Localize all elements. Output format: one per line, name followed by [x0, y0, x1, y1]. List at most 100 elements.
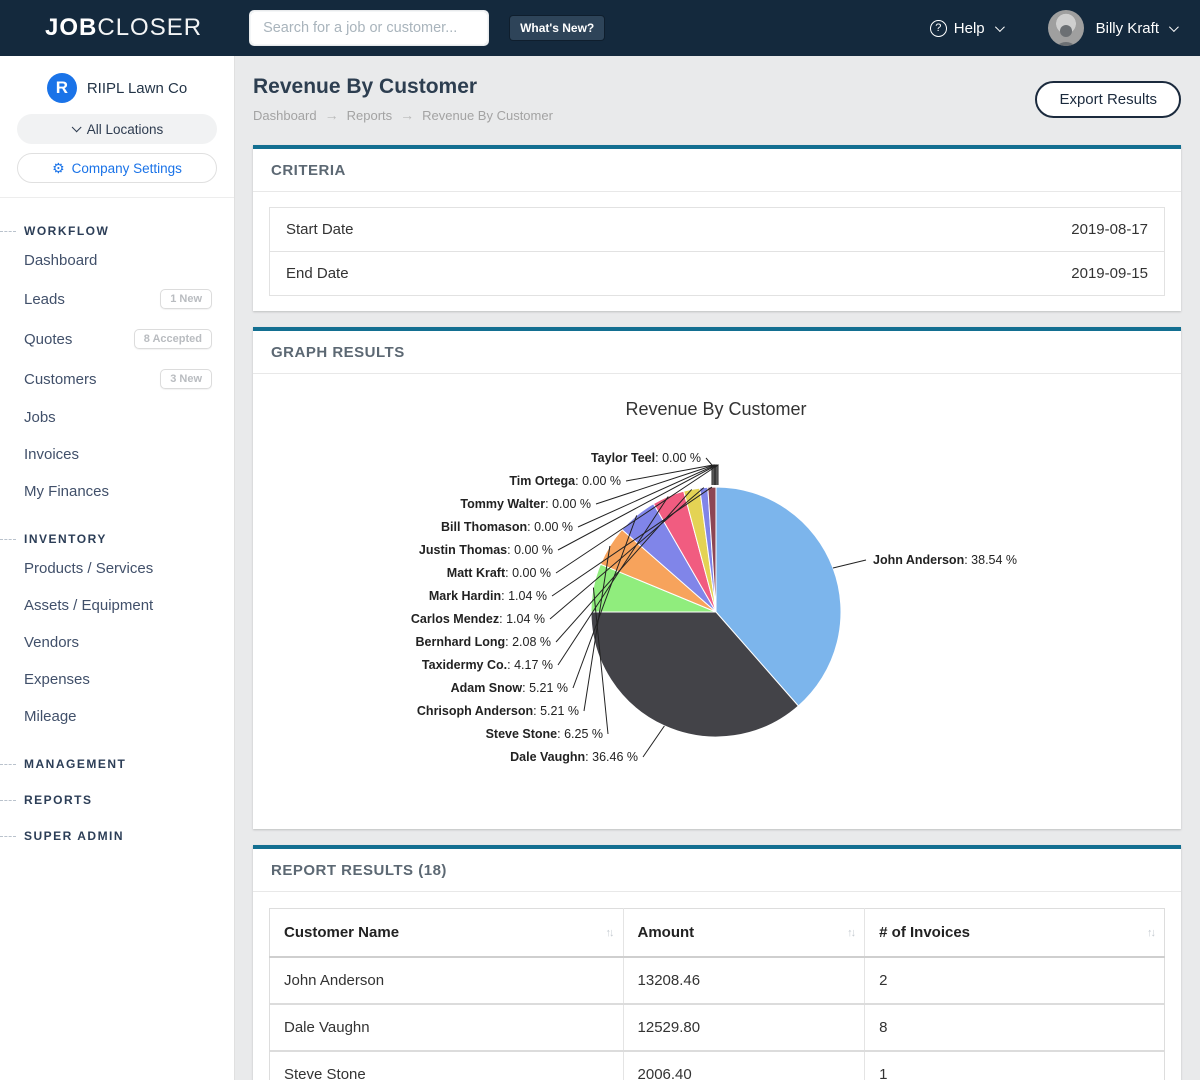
pie-label-taxidermy-co-: Taxidermy Co.: 4.17 %	[422, 658, 553, 672]
column-header-label: # of Invoices	[879, 924, 970, 941]
chevron-down-icon	[1169, 22, 1179, 32]
help-menu[interactable]: ? Help	[930, 20, 1002, 37]
location-selector[interactable]: All Locations	[17, 114, 217, 144]
breadcrumb-item[interactable]: Dashboard	[253, 108, 317, 123]
location-selector-label: All Locations	[87, 122, 164, 137]
sidebar-item-label: My Finances	[24, 483, 109, 500]
table-cell: Dale Vaughn	[270, 1004, 624, 1051]
sidebar-item-assets-equipment[interactable]: Assets / Equipment	[0, 587, 234, 624]
sort-icon: ↑↓	[606, 927, 613, 939]
pie-label-bill-thomason: Bill Thomason: 0.00 %	[441, 520, 573, 534]
criteria-table: Start Date 2019-08-17 End Date 2019-09-15	[269, 207, 1165, 296]
chart-title: Revenue By Customer	[625, 399, 806, 419]
sidebar-item-badge: 3 New	[160, 369, 212, 389]
pie-label-bernhard-long: Bernhard Long: 2.08 %	[416, 635, 551, 649]
user-name: Billy Kraft	[1096, 20, 1159, 37]
pie-chart: Revenue By Customer Taylor Teel: 0.00 % Ti…	[253, 374, 1181, 829]
breadcrumb-arrow-icon: →	[325, 107, 339, 123]
search-input[interactable]	[250, 11, 488, 45]
graph-results-card: GRAPH RESULTS Revenue By CustomerTaylor …	[253, 327, 1181, 829]
sidebar-section-reports[interactable]: REPORTS	[0, 793, 234, 807]
table-cell: 2006.40	[623, 1051, 865, 1080]
sidebar-item-quotes[interactable]: Quotes 8 Accepted	[0, 319, 234, 359]
sidebar-item-invoices[interactable]: Invoices	[0, 436, 234, 473]
sidebar-item-products-services[interactable]: Products / Services	[0, 550, 234, 587]
table-cell: 13208.46	[623, 957, 865, 1004]
sidebar-nav: WORKFLOW Dashboard Leads1 New Quotes 8 Accep…	[0, 198, 234, 843]
sort-icon: ↑↓	[1147, 927, 1154, 939]
sidebar-item-dashboard[interactable]: Dashboard	[0, 242, 234, 279]
sort-icon: ↑↓	[847, 927, 854, 939]
sidebar-item-label: Customers	[24, 371, 97, 388]
pie-connector	[626, 465, 713, 485]
person-icon	[1052, 22, 1080, 46]
column-header-amount[interactable]: Amount↑↓	[623, 909, 865, 958]
chevron-down-icon	[995, 22, 1005, 32]
column-header-customer-name[interactable]: Customer Name↑↓	[270, 909, 624, 958]
pie-label-steve-stone: Steve Stone: 6.25 %	[486, 727, 603, 741]
company-settings-button[interactable]: ⚙ Company Settings	[17, 153, 217, 183]
sidebar-item-mileage[interactable]: Mileage	[0, 698, 234, 735]
table-row: Dale Vaughn12529.808	[270, 1004, 1165, 1051]
pie-connector	[643, 726, 664, 757]
report-results-card: REPORT RESULTS (18) Customer Name↑↓Amoun…	[253, 845, 1181, 1080]
sidebar-item-expenses[interactable]: Expenses	[0, 661, 234, 698]
company-settings-label: Company Settings	[72, 161, 182, 176]
sidebar-item-label: Quotes	[24, 331, 72, 348]
criteria-card-title: CRITERIA	[253, 149, 1181, 192]
sidebar-section-super-admin[interactable]: SUPER ADMIN	[0, 829, 234, 843]
whats-new-button[interactable]: What's New?	[510, 16, 604, 40]
sidebar-item-label: Assets / Equipment	[24, 597, 153, 614]
breadcrumb-item[interactable]: Reports	[347, 108, 393, 123]
breadcrumb: Dashboard→Reports→Revenue By Customer	[253, 107, 553, 123]
pie-label-matt-kraft: Matt Kraft: 0.00 %	[447, 566, 551, 580]
sidebar-item-vendors[interactable]: Vendors	[0, 624, 234, 661]
sidebar-item-label: Dashboard	[24, 252, 97, 269]
user-menu[interactable]: Billy Kraft	[1096, 20, 1176, 37]
breadcrumb-item[interactable]: Revenue By Customer	[422, 108, 553, 123]
logo-text-light: CLOSER	[97, 14, 202, 41]
criteria-label: Start Date	[286, 221, 354, 238]
criteria-card: CRITERIA Start Date 2019-08-17 End Date 201…	[253, 145, 1181, 311]
company-logo-icon: R	[47, 73, 77, 103]
main-content: Revenue By Customer Dashboard→Reports→Re…	[235, 56, 1200, 1080]
sidebar-item-customers[interactable]: Customers 3 New	[0, 359, 234, 399]
sidebar-section-workflow[interactable]: WORKFLOW	[0, 224, 234, 238]
page-title: Revenue By Customer	[253, 75, 553, 99]
criteria-value: 2019-09-15	[1071, 265, 1148, 282]
pie-label-tommy-walter: Tommy Walter: 0.00 %	[460, 497, 591, 511]
pie-label-john-anderson: John Anderson: 38.54 %	[873, 553, 1017, 567]
criteria-label: End Date	[286, 265, 349, 282]
report-table: Customer Name↑↓Amount↑↓ # of Invoices ↑↓ Jo…	[269, 908, 1165, 1080]
criteria-row: End Date 2019-09-15	[270, 251, 1164, 295]
help-label: Help	[954, 20, 985, 37]
criteria-value: 2019-08-17	[1071, 221, 1148, 238]
column-header--of-invoices[interactable]: # of Invoices ↑↓	[865, 909, 1165, 958]
sidebar-item-label: Leads	[24, 291, 65, 308]
sidebar-item-label: Jobs	[24, 409, 56, 426]
sidebar-item-label: Expenses	[24, 671, 90, 688]
company-row[interactable]: R RIIPL Lawn Co	[17, 73, 217, 103]
help-icon: ?	[930, 20, 947, 37]
export-results-button[interactable]: Export Results	[1035, 81, 1181, 118]
pie-label-mark-hardin: Mark Hardin: 1.04 %	[429, 589, 547, 603]
sidebar-item-leads[interactable]: Leads1 New	[0, 279, 234, 319]
pie-label-carlos-mendez: Carlos Mendez: 1.04 %	[411, 612, 545, 626]
app-logo[interactable]: JOBCLOSER	[45, 14, 202, 42]
sidebar-section-management[interactable]: MANAGEMENT	[0, 757, 234, 771]
pie-label-justin-thomas: Justin Thomas: 0.00 %	[419, 543, 553, 557]
table-cell: 8	[865, 1004, 1165, 1051]
sidebar-section-inventory[interactable]: INVENTORY	[0, 532, 234, 546]
sidebar-item-badge: 8 Accepted	[134, 329, 212, 349]
sidebar-item-jobs[interactable]: Jobs	[0, 399, 234, 436]
table-cell: John Anderson	[270, 957, 624, 1004]
table-cell: Steve Stone	[270, 1051, 624, 1080]
top-navbar: JOBCLOSER What's New? ? Help Billy Kraft	[0, 0, 1200, 56]
pie-label-taylor-teel: Taylor Teel: 0.00 %	[591, 451, 701, 465]
pie-label-tim-ortega: Tim Ortega: 0.00 %	[509, 474, 621, 488]
company-name: RIIPL Lawn Co	[87, 80, 187, 97]
sidebar-item-my-finances[interactable]: My Finances	[0, 473, 234, 510]
sidebar-item-label: Mileage	[24, 708, 77, 725]
sidebar-item-label: Vendors	[24, 634, 79, 651]
avatar[interactable]	[1048, 10, 1084, 46]
